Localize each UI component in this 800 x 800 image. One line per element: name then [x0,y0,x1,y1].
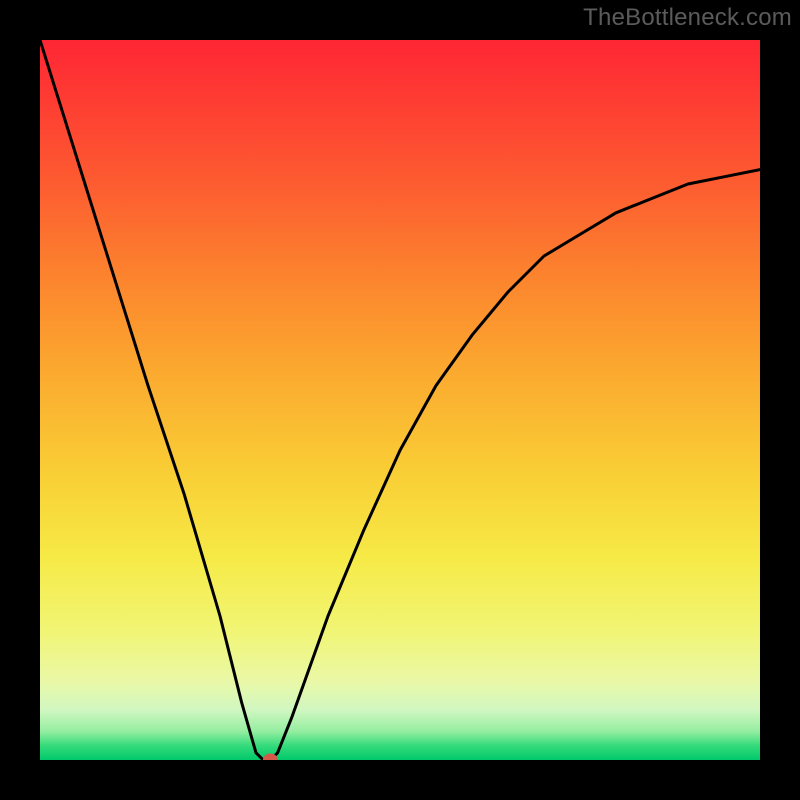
curve-svg [40,40,760,760]
watermark-text: TheBottleneck.com [583,4,792,32]
plot-area [40,40,760,760]
chart-frame: TheBottleneck.com [0,0,800,800]
bottleneck-curve [40,40,760,760]
